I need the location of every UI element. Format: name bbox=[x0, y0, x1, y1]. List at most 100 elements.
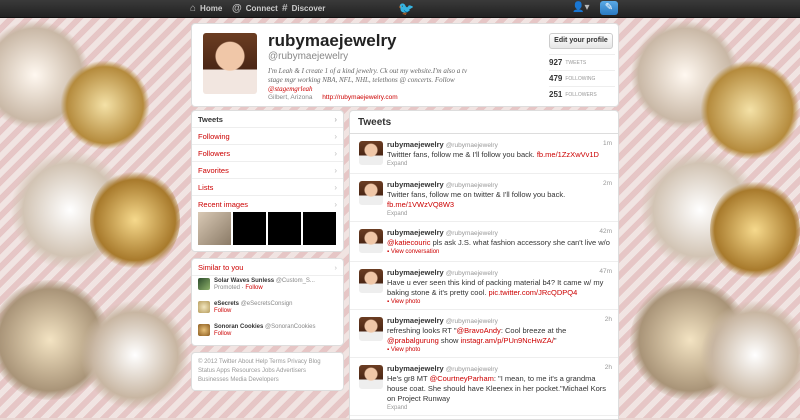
chevron-right-icon: › bbox=[334, 165, 337, 175]
tweet-timestamp[interactable]: 2h bbox=[605, 364, 612, 371]
tweet-author-handle: @rubymaejewelry bbox=[445, 366, 498, 373]
follow-link[interactable]: Follow bbox=[214, 308, 231, 314]
suggested-user-name[interactable]: Sonoran Cookies bbox=[214, 324, 263, 330]
footer-links: © 2012 Twitter About Help Terms Privacy … bbox=[191, 352, 344, 391]
avatar[interactable] bbox=[359, 181, 383, 205]
tweet-author-name[interactable]: rubymaejewelry bbox=[387, 316, 444, 325]
nav-discover-label: Discover bbox=[291, 4, 326, 13]
suggested-user-handle: @eSecretsConsign bbox=[240, 301, 293, 307]
stat-followers[interactable]: 251 FOLLOWERS bbox=[549, 86, 615, 102]
sidebar-item-tweets[interactable]: Tweets › bbox=[192, 111, 343, 128]
sidebar-item-recent-images[interactable]: Recent images › bbox=[192, 196, 343, 212]
follow-link[interactable]: Follow bbox=[214, 331, 231, 337]
tweet-item[interactable]: rubymaejewelry @rubymaejewelry 47m Have u… bbox=[350, 262, 618, 310]
nav-home[interactable]: ⌂ Home bbox=[190, 0, 222, 17]
profile-bio-mention[interactable]: @stagemgrleah bbox=[268, 85, 313, 93]
profile-stats: 927 TWEETS 479 FOLLOWING 251 FOLLOWERS bbox=[549, 54, 615, 102]
tweet-expand-link[interactable]: Expand bbox=[387, 161, 610, 167]
tweet-author-name[interactable]: rubymaejewelry bbox=[387, 140, 444, 149]
tweet-mention[interactable]: @BravoAndy bbox=[457, 326, 501, 335]
tweet-mention[interactable]: @prabalgurung bbox=[387, 336, 439, 345]
similar-to-you-card: Similar to you › Solar Waves Sunless @Cu… bbox=[191, 258, 344, 346]
tweet-link[interactable]: instagr.am/p/PUn9NcHwZA/ bbox=[461, 336, 554, 345]
profile-bio: I'm Leah & I create 1 of a kind jewelry.… bbox=[268, 67, 468, 94]
recent-image-thumb[interactable] bbox=[303, 212, 336, 245]
similar-to-you-header[interactable]: Similar to you › bbox=[192, 259, 343, 276]
list-item: Sonoran Cookies @SonoranCookies Follow bbox=[192, 322, 343, 345]
tweet-text-content: refreshing looks RT " bbox=[387, 326, 457, 335]
avatar[interactable] bbox=[198, 278, 210, 290]
edit-profile-button[interactable]: Edit your profile bbox=[549, 33, 613, 49]
sidebar-item-following[interactable]: Following › bbox=[192, 128, 343, 145]
tweet-text-content: : Cool breeze at the bbox=[500, 326, 567, 335]
tweets-timeline: Tweets rubymaejewelry @rubymaejewelry 1m … bbox=[349, 110, 619, 420]
tweet-text-content: He's gr8 MT bbox=[387, 374, 428, 383]
view-photo-link[interactable]: ▪ View photo bbox=[387, 299, 610, 305]
recent-image-thumb[interactable] bbox=[233, 212, 266, 245]
tweet-item[interactable]: rubymaejewelry @rubymaejewelry 42m @katie… bbox=[350, 222, 618, 262]
tweet-item[interactable]: rubymaejewelry @rubymaejewelry 2m Twitter… bbox=[350, 174, 618, 222]
avatar[interactable] bbox=[359, 229, 383, 253]
tweet-timestamp[interactable]: 2m bbox=[603, 180, 612, 187]
tweet-link[interactable]: pic.twitter.com/JRcQDPQ4 bbox=[489, 288, 578, 297]
sidebar-item-lists[interactable]: Lists › bbox=[192, 179, 343, 196]
follow-link[interactable]: Follow bbox=[245, 285, 262, 291]
tweet-author-handle: @rubymaejewelry bbox=[445, 318, 498, 325]
nav-connect[interactable]: @ Connect bbox=[232, 0, 278, 17]
tweet-author-name[interactable]: rubymaejewelry bbox=[387, 268, 444, 277]
footer-text[interactable]: © 2012 Twitter About Help Terms Privacy … bbox=[198, 359, 321, 383]
chevron-right-icon: › bbox=[334, 148, 337, 158]
avatar[interactable] bbox=[198, 301, 210, 313]
nav-connect-label: Connect bbox=[245, 4, 278, 13]
sidebar-item-label: Favorites bbox=[198, 165, 229, 175]
stat-tweets-value: 927 bbox=[549, 58, 563, 67]
top-navigation-bar: ⌂ Home @ Connect # Discover 🐦 👤▾ ✎ bbox=[0, 0, 800, 18]
recent-image-thumb[interactable] bbox=[268, 212, 301, 245]
suggested-user-name[interactable]: Solar Waves Sunless bbox=[214, 278, 274, 284]
tweet-text-content: " bbox=[553, 336, 557, 345]
tweet-timestamp[interactable]: 42m bbox=[599, 228, 612, 235]
tweet-timestamp[interactable]: 2h bbox=[605, 316, 612, 323]
tweet-author-name[interactable]: rubymaejewelry bbox=[387, 228, 444, 237]
avatar[interactable] bbox=[198, 324, 210, 336]
photo-icon: ▪ bbox=[387, 299, 390, 305]
tweet-item[interactable]: rubymaejewelry @rubymaejewelry 2h He's gr… bbox=[350, 358, 618, 416]
recent-image-thumb[interactable] bbox=[198, 212, 231, 245]
tweet-text: He's gr8 MT @CourtneyParham: "I mean, to… bbox=[387, 374, 610, 404]
tweet-timestamp[interactable]: 1m bbox=[603, 140, 612, 147]
twitter-bird-icon[interactable]: 🐦 bbox=[398, 1, 414, 17]
view-conversation-link[interactable]: ▪ View conversation bbox=[387, 249, 610, 255]
stat-following[interactable]: 479 FOLLOWING bbox=[549, 70, 615, 86]
stat-following-label: FOLLOWING bbox=[565, 75, 596, 82]
tweet-expand-link[interactable]: Expand bbox=[387, 211, 610, 217]
profile-avatar[interactable] bbox=[203, 33, 257, 94]
tweet-mention[interactable]: @katiecouric bbox=[387, 238, 430, 247]
profile-header-card: rubymaejewelry @rubymaejewelry I'm Leah … bbox=[191, 23, 619, 107]
sidebar-item-followers[interactable]: Followers › bbox=[192, 145, 343, 162]
stat-tweets[interactable]: 927 TWEETS bbox=[549, 54, 615, 70]
suggested-user-name[interactable]: eSecrets bbox=[214, 301, 239, 307]
tweet-expand-link[interactable]: Expand bbox=[387, 405, 610, 411]
tweet-timestamp[interactable]: 47m bbox=[599, 268, 612, 275]
user-menu-icon[interactable]: 👤▾ bbox=[572, 2, 589, 13]
tweet-item[interactable]: rubymaejewelry @rubymaejewelry 1m Twittte… bbox=[350, 134, 618, 174]
at-icon: @ bbox=[232, 3, 242, 14]
nav-discover[interactable]: # Discover bbox=[282, 0, 325, 17]
tweet-link[interactable]: fb.me/1ZzXwVv1D bbox=[537, 150, 599, 159]
profile-handle: @rubymaejewelry bbox=[268, 51, 349, 62]
tweet-link[interactable]: fb.me/1VWzVQ8W3 bbox=[387, 200, 454, 209]
profile-url-link[interactable]: http://rubymaejewelry.com bbox=[322, 94, 397, 101]
view-photo-link[interactable]: ▪ View photo bbox=[387, 347, 610, 353]
sidebar-item-favorites[interactable]: Favorites › bbox=[192, 162, 343, 179]
avatar[interactable] bbox=[359, 317, 383, 341]
avatar[interactable] bbox=[359, 365, 383, 389]
tweet-mention[interactable]: @CourtneyParham bbox=[430, 374, 494, 383]
tweet-item[interactable]: rubymaejewelry @rubymaejewelry 2h refresh… bbox=[350, 310, 618, 358]
avatar[interactable] bbox=[359, 141, 383, 165]
avatar[interactable] bbox=[359, 269, 383, 293]
tweet-author-name[interactable]: rubymaejewelry bbox=[387, 364, 444, 373]
compose-tweet-button[interactable]: ✎ bbox=[600, 1, 618, 15]
tweet-author-name[interactable]: rubymaejewelry bbox=[387, 180, 444, 189]
tweet-text-content: show bbox=[440, 336, 459, 345]
chevron-right-icon: › bbox=[334, 182, 337, 192]
